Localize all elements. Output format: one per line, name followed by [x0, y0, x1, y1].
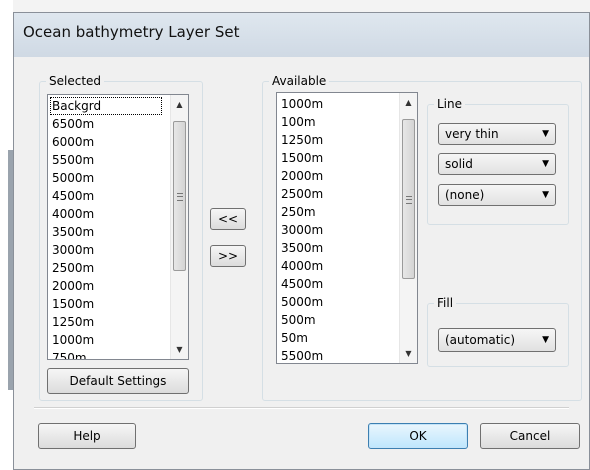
available-list-item[interactable]: 4000m [279, 257, 397, 275]
line-style-value: solid [445, 157, 473, 171]
selected-list-item[interactable]: 1000m [50, 331, 168, 349]
available-list-item[interactable]: 500m [279, 311, 397, 329]
cancel-button[interactable]: Cancel [480, 423, 580, 449]
available-list-item[interactable]: 100m [279, 113, 397, 131]
available-listbox[interactable]: 1000m 100m 1250m 1500m 2000m 2500m 250m 3000m 35… [276, 92, 418, 364]
separator [34, 407, 569, 409]
selected-list-item[interactable]: 6000m [50, 133, 168, 151]
available-list-item[interactable]: 50m [279, 329, 397, 347]
selected-list-item[interactable]: 1500m [50, 295, 168, 313]
selected-list-item[interactable]: 2500m [50, 259, 168, 277]
scroll-up-icon[interactable]: ▲ [400, 94, 417, 111]
selected-group-label: Selected [46, 74, 105, 88]
dialog-window: Ocean bathymetry Layer Set Selected Back… [13, 12, 590, 470]
selected-list-item[interactable]: Backgrd [50, 97, 162, 115]
line-group: Line very thin ▼ solid ▼ (none) ▼ [427, 97, 569, 225]
fill-value: (automatic) [445, 333, 516, 347]
fill-group: Fill (automatic) ▼ [427, 296, 569, 367]
dialog-body: Selected Backgrd 6500m 6000m 5500m 5000m 4500… [22, 57, 582, 461]
screen-background: Ocean bathymetry Layer Set Selected Back… [0, 0, 590, 470]
selected-list-item[interactable]: 5000m [50, 169, 168, 187]
scroll-down-icon[interactable]: ▼ [400, 345, 417, 362]
available-list-items: 1000m 100m 1250m 1500m 2000m 2500m 250m 3000m 35… [279, 95, 397, 363]
available-list-item[interactable]: 250m [279, 203, 397, 221]
available-scrollbar[interactable]: ▲ ▼ [399, 93, 417, 363]
available-list-item[interactable]: 3000m [279, 221, 397, 239]
available-list-item[interactable]: 2000m [279, 167, 397, 185]
available-list-item[interactable]: 1500m [279, 149, 397, 167]
selected-list-item[interactable]: 2000m [50, 277, 168, 295]
line-group-label: Line [434, 97, 466, 111]
ok-button[interactable]: OK [368, 423, 468, 449]
dialog-title: Ocean bathymetry Layer Set [23, 23, 240, 41]
help-button[interactable]: Help [38, 423, 136, 449]
chevron-down-icon: ▼ [542, 159, 549, 169]
line-pattern-dropdown[interactable]: (none) ▼ [438, 184, 556, 206]
available-list-item[interactable]: 5000m [279, 293, 397, 311]
available-group-label: Available [269, 74, 330, 88]
remove-from-selected-button[interactable]: >> [210, 245, 246, 267]
title-bar[interactable]: Ocean bathymetry Layer Set [14, 13, 589, 57]
line-width-value: very thin [445, 127, 499, 141]
fill-group-label: Fill [434, 296, 457, 310]
available-scroll-thumb[interactable] [402, 119, 415, 279]
available-group: Available 1000m 100m 1250m 1500m 2000m 2500m 2… [262, 74, 582, 401]
selected-list-item[interactable]: 4000m [50, 205, 168, 223]
selected-scroll-thumb[interactable] [173, 121, 186, 271]
selected-list-item[interactable]: 6500m [50, 115, 168, 133]
selected-scrollbar[interactable]: ▲ ▼ [170, 95, 188, 359]
available-list-item[interactable]: 4500m [279, 275, 397, 293]
available-list-item[interactable]: 5500m [279, 347, 397, 363]
chevron-down-icon: ▼ [542, 129, 549, 139]
fill-dropdown[interactable]: (automatic) ▼ [438, 328, 556, 352]
selected-list-item[interactable]: 3500m [50, 223, 168, 241]
available-list-item[interactable]: 1000m [279, 95, 397, 113]
available-list-item[interactable]: 1250m [279, 131, 397, 149]
selected-listbox[interactable]: Backgrd 6500m 6000m 5500m 5000m 4500m 4000m 350… [47, 94, 189, 360]
line-style-dropdown[interactable]: solid ▼ [438, 153, 556, 175]
selected-list-item[interactable]: 750m [50, 349, 168, 359]
chevron-down-icon: ▼ [542, 190, 549, 200]
add-to-selected-button[interactable]: << [210, 208, 246, 230]
grip-icon [406, 196, 412, 204]
selected-list-item[interactable]: 1250m [50, 313, 168, 331]
line-pattern-value: (none) [445, 188, 485, 202]
chevron-down-icon: ▼ [542, 335, 549, 345]
selected-group: Selected Backgrd 6500m 6000m 5500m 5000m 4500… [39, 74, 203, 401]
selected-list-item[interactable]: 5500m [50, 151, 168, 169]
available-list-item[interactable]: 3500m [279, 239, 397, 257]
selected-list-item[interactable]: 3000m [50, 241, 168, 259]
grip-icon [177, 193, 183, 201]
available-list-item[interactable]: 2500m [279, 185, 397, 203]
scroll-down-icon[interactable]: ▼ [171, 341, 188, 358]
selected-list-item[interactable]: 4500m [50, 187, 168, 205]
scroll-up-icon[interactable]: ▲ [171, 96, 188, 113]
line-width-dropdown[interactable]: very thin ▼ [438, 123, 556, 145]
default-settings-button[interactable]: Default Settings [47, 368, 189, 394]
selected-list-items: Backgrd 6500m 6000m 5500m 5000m 4500m 4000m 350… [50, 97, 168, 359]
